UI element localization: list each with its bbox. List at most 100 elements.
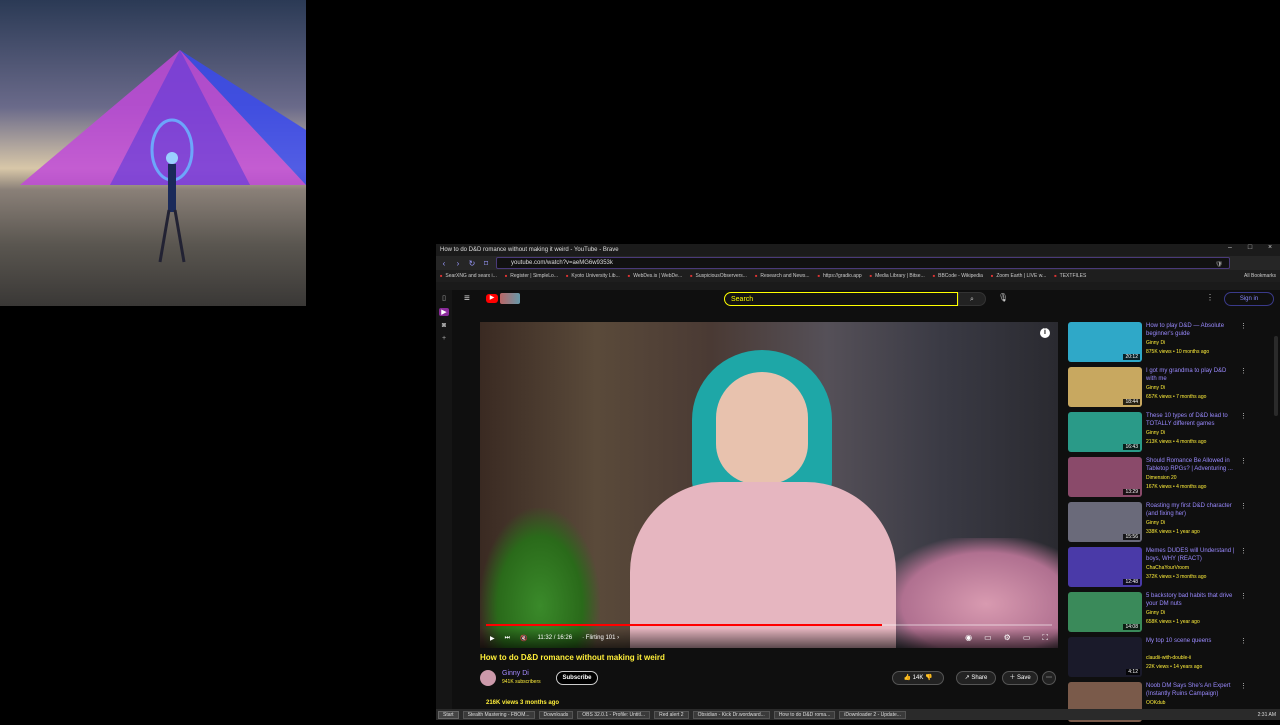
kebab-menu-icon[interactable]: ⋮ — [1240, 322, 1247, 330]
chapter-label[interactable]: · Flirting 101 › — [582, 635, 619, 641]
save-button[interactable]: ＋ Save — [1002, 671, 1038, 685]
video-thumbnail[interactable]: 15:56 — [1068, 502, 1142, 542]
kebab-menu-icon[interactable]: ⋮ — [1240, 547, 1247, 555]
start-button[interactable]: Start — [438, 710, 459, 719]
kebab-menu-icon[interactable]: ⋮ — [1240, 502, 1247, 510]
taskbar-task[interactable]: OBS 32.0.1 - Profile: Untitl... — [577, 710, 651, 719]
taskbar-task[interactable]: Stealth Mastering - FBOM... — [462, 710, 535, 719]
recommendation-title[interactable]: 5 backstory bad habits that drive your D… — [1146, 592, 1238, 608]
bookmark-item[interactable]: Register | SimpleLo... — [505, 273, 558, 279]
channel-avatar[interactable] — [480, 670, 496, 686]
sidebar-app-icon[interactable]: ◙ — [442, 322, 446, 329]
bookmark-icon[interactable]: ⌑ — [482, 259, 490, 268]
bookmark-item[interactable]: Media Library | Bitse... — [870, 273, 925, 279]
share-button[interactable]: ↗ Share — [956, 671, 996, 685]
like-dislike-button[interactable]: 👍 14K 👎 — [892, 671, 944, 685]
youtube-doodle-icon[interactable] — [500, 293, 520, 304]
fullscreen-icon[interactable]: ⛶ — [1042, 633, 1048, 643]
kebab-menu-icon[interactable]: ⋮ — [1240, 682, 1247, 690]
recommendation-title[interactable]: These 10 types of D&D lead to TOTALLY di… — [1146, 412, 1238, 428]
info-icon[interactable]: i — [1040, 328, 1050, 338]
recommendation-item[interactable]: 13:29 Should Romance Be Allowed in Tablet… — [1068, 455, 1280, 500]
theater-mode-icon[interactable]: ▭ — [1023, 633, 1031, 643]
recommendation-title[interactable]: How to play D&D — Absolute beginner's gu… — [1146, 322, 1238, 338]
progress-bar[interactable] — [486, 624, 1052, 626]
recommendation-item[interactable]: 16:43 These 10 types of D&D lead to TOTAL… — [1068, 410, 1280, 455]
more-options-icon[interactable]: ⋮ — [1206, 293, 1214, 302]
settings-gear-icon[interactable]: ⚙ — [1004, 633, 1011, 643]
recommendation-channel[interactable]: Dimension 20 — [1146, 475, 1177, 481]
recommendation-item[interactable]: 12:48 Memes DUDES will Understand | boys,… — [1068, 545, 1280, 590]
recommendation-title[interactable]: Should Romance Be Allowed in Tabletop RP… — [1146, 457, 1238, 473]
all-bookmarks[interactable]: All Bookmarks — [1244, 273, 1276, 279]
sidebar-youtube-icon[interactable]: ▶ — [439, 308, 449, 316]
recommendation-channel[interactable]: Ginny Di — [1146, 340, 1165, 346]
address-bar[interactable]: youtube.com/watch?v=aeMG6w9353k 🛡 — [496, 257, 1230, 269]
search-button[interactable]: ⌕ — [958, 292, 986, 306]
forward-button[interactable]: › — [454, 259, 462, 268]
recommendation-channel[interactable]: Ginny Di — [1146, 610, 1165, 616]
kebab-menu-icon[interactable]: ⋮ — [1240, 412, 1247, 420]
bookmark-item[interactable]: Research and News... — [755, 273, 809, 279]
recommendation-channel[interactable]: ChaChaYourVroom — [1146, 565, 1189, 571]
video-thumbnail[interactable]: 4:12 — [1068, 637, 1142, 677]
back-button[interactable]: ‹ — [440, 259, 448, 268]
next-icon[interactable]: ⏭ — [505, 635, 510, 642]
dislike-icon[interactable]: 👎 — [925, 675, 932, 681]
minimize-button[interactable]: – — [1220, 244, 1240, 251]
recommendation-channel[interactable]: Ginny Di — [1146, 430, 1165, 436]
taskbar-task[interactable]: Obsidian - Kick Dr.wordward... — [692, 710, 770, 719]
taskbar-task[interactable]: Downloads — [538, 710, 574, 719]
taskbar-task[interactable]: Red alert 2 — [654, 710, 689, 719]
hamburger-menu-icon[interactable]: ≡ — [464, 293, 470, 304]
bookmark-item[interactable]: SearXNG and searx i... — [440, 273, 496, 279]
recommendation-item[interactable]: 20:12 How to play D&D — Absolute beginner… — [1068, 320, 1280, 365]
maximize-button[interactable]: □ — [1240, 244, 1260, 251]
kebab-menu-icon[interactable]: ⋮ — [1240, 637, 1247, 645]
brave-shield-icon[interactable]: 🛡 — [1215, 260, 1223, 270]
video-thumbnail[interactable]: 16:43 — [1068, 412, 1142, 452]
scrollbar[interactable] — [1274, 336, 1278, 416]
recommendation-channel[interactable]: Ginny Di — [1146, 385, 1165, 391]
recommendation-title[interactable]: I got my grandma to play D&D with me — [1146, 367, 1238, 383]
sidebar-add-icon[interactable]: + — [442, 335, 446, 342]
recommendation-channel[interactable]: Ginny Di — [1146, 520, 1165, 526]
recommendation-item[interactable]: 14:08 5 backstory bad habits that drive y… — [1068, 590, 1280, 635]
bookmark-item[interactable]: https://gradio.app — [818, 273, 862, 279]
recommendation-channel[interactable]: claudii-with-double-ii — [1146, 655, 1191, 661]
close-button[interactable]: × — [1260, 244, 1280, 251]
more-actions-icon[interactable]: ⋯ — [1042, 671, 1056, 685]
recommendation-item[interactable]: 4:12 My top 10 scene queens claudii-with-d… — [1068, 635, 1280, 680]
recommendation-title[interactable]: Roasting my first D&D character (and fix… — [1146, 502, 1238, 518]
recommendation-title[interactable]: Memes DUDES will Understand | boys, WHY … — [1146, 547, 1238, 563]
youtube-logo-icon[interactable]: ▶ — [486, 294, 498, 303]
recommendation-title[interactable]: My top 10 scene queens — [1146, 637, 1238, 645]
bookmark-item[interactable]: TEXTFILES — [1054, 273, 1087, 279]
sign-in-button[interactable]: Sign in — [1224, 292, 1274, 306]
channel-name[interactable]: Ginny Di — [502, 670, 529, 677]
bookmark-item[interactable]: SuspiciousObservers... — [690, 273, 747, 279]
bookmark-item[interactable]: WebDes.is | WebDe... — [628, 273, 682, 279]
mute-icon[interactable]: 🔇 — [520, 635, 527, 642]
kebab-menu-icon[interactable]: ⋮ — [1240, 367, 1247, 375]
bookmark-item[interactable]: BBCode - Wikipedia — [933, 273, 983, 279]
bookmark-item[interactable]: Zoom Earth | LIVE w... — [991, 273, 1046, 279]
bookmark-item[interactable]: Kyoto University Lib... — [566, 273, 619, 279]
kebab-menu-icon[interactable]: ⋮ — [1240, 457, 1247, 465]
video-thumbnail[interactable]: 13:29 — [1068, 457, 1142, 497]
captions-icon[interactable]: ▭ — [984, 633, 992, 643]
subscribe-button[interactable]: Subscribe — [556, 671, 598, 685]
video-thumbnail[interactable]: 14:08 — [1068, 592, 1142, 632]
reload-button[interactable]: ↻ — [468, 259, 476, 268]
like-icon[interactable]: 👍 — [904, 675, 911, 681]
video-thumbnail[interactable]: 18:44 — [1068, 367, 1142, 407]
taskbar-task[interactable]: How to do D&D roma... — [773, 710, 836, 719]
video-player[interactable]: i ▶ ⏭ 🔇 11:32 / 16:26 · Flirting 101 › ◉… — [480, 322, 1058, 648]
video-thumbnail[interactable]: 20:12 — [1068, 322, 1142, 362]
sidebar-toggle-icon[interactable]: ▯ — [442, 294, 446, 302]
autoplay-toggle-icon[interactable]: ◉ — [965, 633, 972, 643]
taskbar-task[interactable]: iDownloader 2 - Update... — [839, 710, 906, 719]
recommendation-channel[interactable]: OOKdub — [1146, 700, 1165, 706]
search-input[interactable]: Search — [724, 292, 958, 306]
mic-icon[interactable]: 🎙 — [998, 293, 1008, 302]
